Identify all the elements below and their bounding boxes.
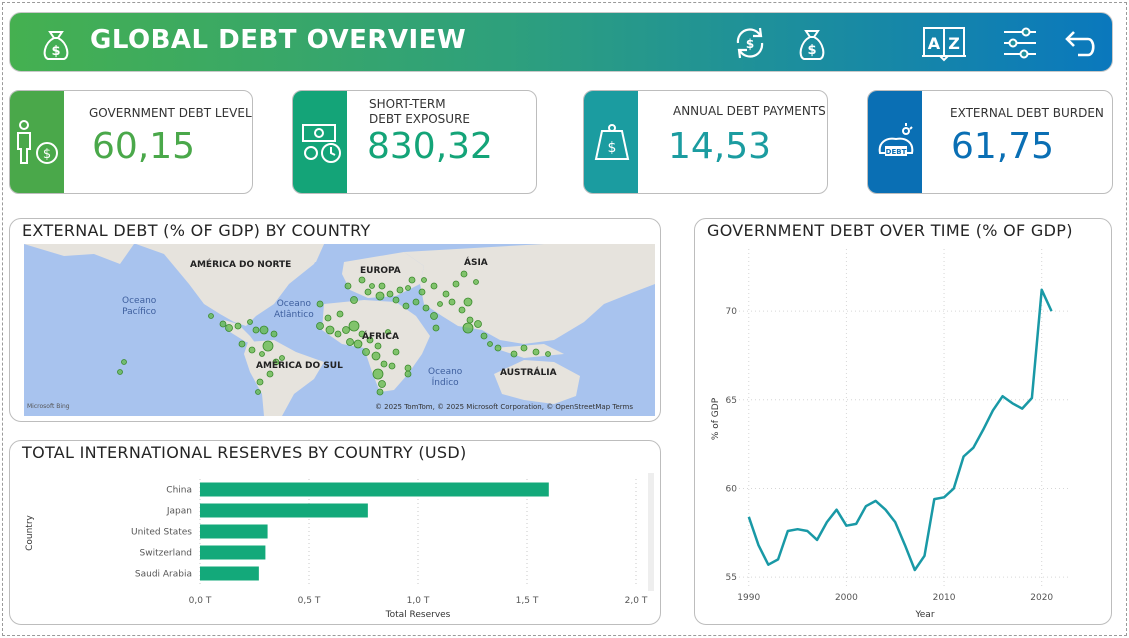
weight-dollar-icon: $ (594, 124, 630, 160)
map-credit[interactable]: © 2025 TomTom, © 2025 Microsoft Corporat… (375, 403, 633, 411)
y-tick-label: Saudi Arabia (135, 570, 192, 580)
bar (200, 545, 266, 560)
y-tick-label: China (166, 486, 192, 496)
svg-text:DEBT: DEBT (886, 148, 907, 156)
continent-label: ÁSIA (464, 258, 488, 268)
x-tick-label: 1,0 T (407, 596, 430, 606)
kpi-value: 830,32 (367, 126, 493, 167)
continent-label: ÁFRICA (362, 332, 399, 342)
map-land (24, 244, 655, 416)
x-tick-label: 1,5 T (516, 596, 539, 606)
continent-label: AUSTRÁLIA (500, 368, 557, 378)
debt-line-chart: 55 60 65 70 1990 2000 2010 2020 Year % of GDP (711, 249, 1071, 620)
kpi-label: GOVERNMENT DEBT LEVEL (89, 106, 252, 120)
kpi-value: 14,53 (668, 126, 772, 167)
refresh-money-icon[interactable]: $ (730, 23, 770, 63)
bar (200, 503, 368, 518)
kpi-value: 61,75 (951, 126, 1055, 167)
svg-text:$: $ (43, 147, 51, 162)
map-panel-title: EXTERNAL DEBT (% OF GDP) BY COUNTRY (22, 221, 371, 240)
kpi-card-short-term-debt: SHORT-TERM DEBT EXPOSURE 830,32 (292, 90, 537, 194)
y-axis-title: % of GDP (711, 397, 721, 440)
kpi-label: EXTERNAL DEBT BURDEN (950, 106, 1104, 120)
continent-label: EUROPA (360, 266, 401, 276)
reserves-bar-chart: 0,0 T 0,5 T 1,0 T 1,5 T 2,0 T China Japan Unite… (25, 473, 654, 620)
debt-over-time-panel: GOVERNMENT DEBT OVER TIME (% OF GDP) 55 6… (694, 218, 1112, 625)
cash-clock-icon (302, 124, 341, 163)
x-tick-label: 2000 (835, 593, 858, 603)
kpi-card-external-burden: DEBT EXTERNAL DEBT BURDEN 61,75 (867, 90, 1113, 194)
kpi-label-line1: SHORT-TERM (369, 97, 446, 111)
ocean-label: Oceano Atlântico (274, 299, 314, 320)
page-title: GLOBAL DEBT OVERVIEW (90, 25, 467, 55)
ocean-label: Oceano Pacífico (122, 296, 157, 317)
bar (200, 524, 268, 539)
y-tick-label: Switzerland (140, 549, 193, 559)
person-money-icon: $ (17, 120, 58, 164)
svg-text:$: $ (608, 140, 617, 156)
svg-text:$: $ (51, 44, 60, 59)
svg-text:A: A (928, 34, 941, 53)
kpi-card-annual-payments: $ ANNUAL DEBT PAYMENTS 14,53 (583, 90, 828, 194)
back-arrow-icon[interactable] (1058, 23, 1098, 63)
continent-label: AMÉRICA DO NORTE (190, 260, 292, 270)
kpi-value: 60,15 (92, 126, 196, 167)
y-tick-label: Japan (166, 507, 192, 517)
y-tick-label: 55 (726, 573, 737, 583)
map-provider-logo: Microsoft Bing (27, 403, 70, 410)
svg-text:$: $ (746, 37, 754, 51)
series-line (747, 288, 1053, 572)
header-bar: $ GLOBAL DEBT OVERVIEW $ $ A Z (9, 12, 1113, 72)
y-tick-label: 70 (726, 307, 738, 317)
debt-burden-icon: DEBT (878, 123, 914, 156)
svg-text:Z: Z (948, 34, 960, 53)
x-tick-label: 2020 (1030, 593, 1053, 603)
y-tick-label: 65 (726, 396, 737, 406)
reserves-panel: TOTAL INTERNATIONAL RESERVES BY COUNTRY … (9, 440, 661, 625)
x-tick-label: 1990 (737, 593, 760, 603)
dictionary-az-icon[interactable]: A Z (920, 23, 968, 63)
kpi-label-line2: DEBT EXPOSURE (369, 112, 471, 126)
map-panel: EXTERNAL DEBT (% OF GDP) BY COUNTRY AMÉR… (9, 218, 661, 422)
x-axis-title: Year (914, 610, 934, 620)
world-map[interactable]: AMÉRICA DO NORTE EUROPA ÁSIA ÁFRICA AMÉR… (24, 244, 655, 416)
x-tick-label: 0,5 T (298, 596, 321, 606)
x-tick-label: 0,0 T (189, 596, 212, 606)
y-axis-title: Country (25, 514, 35, 550)
chart-scrollbar[interactable] (648, 473, 654, 591)
money-bag-icon[interactable]: $ (792, 23, 832, 63)
money-bag-icon: $ (43, 31, 69, 60)
continent-label: AMÉRICA DO SUL (256, 361, 343, 371)
bar (200, 566, 259, 581)
svg-text:$: $ (807, 43, 816, 58)
bar (200, 482, 549, 497)
kpi-card-government-debt: $ GOVERNMENT DEBT LEVEL 60,15 (9, 90, 253, 194)
x-axis-title: Total Reserves (385, 610, 451, 620)
ocean-label: Oceano Índico (428, 367, 463, 388)
y-tick-label: 60 (726, 484, 738, 494)
x-tick-label: 2010 (933, 593, 956, 603)
x-tick-label: 2,0 T (625, 596, 648, 606)
y-tick-label: United States (131, 528, 192, 538)
filter-sliders-icon[interactable] (1000, 23, 1040, 63)
kpi-label: ANNUAL DEBT PAYMENTS (673, 104, 826, 118)
